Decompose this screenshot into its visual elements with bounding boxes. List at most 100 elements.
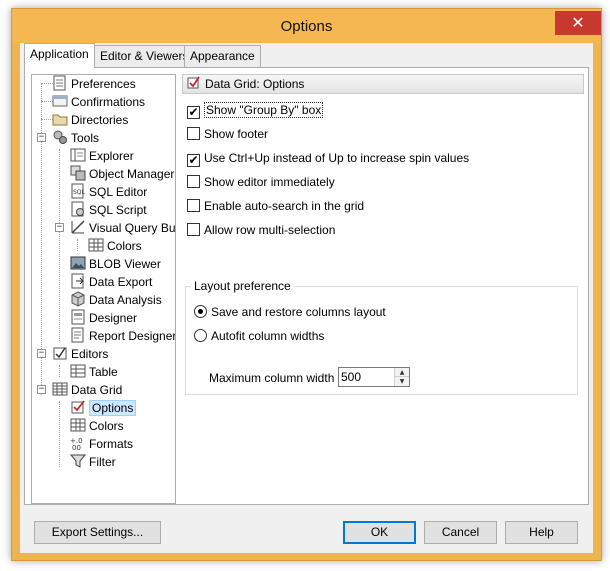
checkbox-box[interactable] bbox=[187, 223, 200, 236]
tree-item-label: Data Analysis bbox=[89, 293, 162, 307]
tree-item-directories[interactable]: Directories bbox=[52, 111, 128, 128]
tree-item-label: Confirmations bbox=[71, 95, 146, 109]
tree-item-grid-colors[interactable]: Colors bbox=[70, 417, 124, 434]
max-column-width-spinner[interactable]: 500 ▲ ▼ bbox=[338, 367, 410, 387]
tree-item-confirmations[interactable]: Confirmations bbox=[52, 93, 145, 110]
tree-item-editors[interactable]: Editors bbox=[52, 345, 108, 362]
tree-item-designer[interactable]: Designer bbox=[70, 309, 137, 326]
auto-search-checkbox[interactable]: Enable auto-search in the grid bbox=[187, 199, 364, 215]
tree-item-data-grid[interactable]: Data Grid bbox=[52, 381, 122, 398]
collapse-data-grid-toggle[interactable]: − bbox=[37, 385, 46, 394]
tree-item-formats[interactable]: +.0 00 Formats bbox=[70, 435, 133, 452]
ctrl-up-spin-checkbox[interactable]: ✔ Use Ctrl+Up instead of Up to increase s… bbox=[187, 151, 469, 167]
tree-item-data-export[interactable]: Data Export bbox=[70, 273, 152, 290]
save-restore-layout-radio[interactable]: Save and restore columns layout bbox=[194, 305, 386, 321]
filter-icon bbox=[69, 453, 87, 469]
tab-label: Editor & Viewers bbox=[100, 49, 189, 63]
tree-item-grid-options[interactable]: Options bbox=[70, 399, 137, 416]
group-title: Layout preference bbox=[191, 279, 294, 293]
data-export-icon bbox=[70, 273, 86, 289]
checkbox-box[interactable]: ✔ bbox=[187, 154, 200, 167]
checkbox-label: Show footer bbox=[204, 127, 269, 141]
close-button[interactable]: ✕ bbox=[555, 11, 601, 35]
tree-item-filter[interactable]: Filter bbox=[69, 453, 116, 470]
tab-label: Application bbox=[30, 47, 89, 61]
tree-item-visual-query-builder[interactable]: Visual Query Builder bbox=[70, 219, 176, 236]
tree-item-label: Designer bbox=[89, 311, 138, 325]
tab-panel: − − − − Preferences Confirmations Direct… bbox=[24, 67, 589, 505]
help-button[interactable]: Help bbox=[505, 521, 578, 544]
confirmations-icon bbox=[52, 93, 68, 109]
tab-editor-viewers[interactable]: Editor & Viewers bbox=[94, 45, 195, 67]
tree-line bbox=[59, 365, 60, 377]
tree-item-label: Tools bbox=[71, 131, 100, 145]
export-settings-button[interactable]: Export Settings... bbox=[34, 521, 161, 544]
tree-item-label: Visual Query Builder bbox=[89, 221, 176, 235]
tree-item-sql-script[interactable]: SQL Script bbox=[70, 201, 147, 218]
svg-text:SQL: SQL bbox=[73, 189, 86, 196]
radio-label: Autofit column widths bbox=[211, 329, 325, 343]
tree-item-table[interactable]: Table bbox=[70, 363, 118, 380]
tree-item-blob-viewer[interactable]: BLOB Viewer bbox=[70, 255, 161, 272]
tree-item-label: Report Designer bbox=[89, 329, 176, 343]
radio-label: Save and restore columns layout bbox=[211, 305, 386, 319]
tree-item-sql-editor[interactable]: SQL SQL Editor bbox=[70, 183, 147, 200]
checkbox-box[interactable]: ✔ bbox=[187, 106, 200, 119]
spin-up-button[interactable]: ▲ bbox=[395, 368, 409, 377]
checkbox-box[interactable] bbox=[187, 199, 200, 212]
dialog-client-area: Application Editor & Viewers Appearance … bbox=[20, 43, 593, 553]
tree-line bbox=[59, 149, 60, 341]
autofit-columns-radio[interactable]: Autofit column widths bbox=[194, 329, 324, 345]
tree-item-label: Colors bbox=[89, 419, 124, 433]
tree-item-label: Editors bbox=[71, 347, 109, 361]
tree-item-label: Options bbox=[89, 400, 137, 416]
show-group-by-checkbox[interactable]: ✔ Show "Group By" box bbox=[187, 102, 324, 119]
options-icon bbox=[187, 76, 201, 90]
tree-item-label: Preferences bbox=[71, 77, 136, 91]
tab-label: Appearance bbox=[190, 49, 255, 63]
tab-application[interactable]: Application bbox=[24, 43, 95, 68]
preferences-icon bbox=[52, 75, 68, 91]
explorer-icon bbox=[70, 147, 86, 163]
tree-item-label: SQL Editor bbox=[89, 185, 148, 199]
tree-item-label: Colors bbox=[107, 239, 142, 253]
radio-dot bbox=[198, 309, 203, 314]
tree-item-tools[interactable]: Tools bbox=[52, 129, 99, 146]
row-multi-selection-checkbox[interactable]: Allow row multi-selection bbox=[187, 223, 335, 239]
tree-item-label: SQL Script bbox=[89, 203, 147, 217]
collapse-tools-toggle[interactable]: − bbox=[37, 133, 46, 142]
title-bar[interactable]: Options ✕ bbox=[12, 9, 601, 43]
tree-line bbox=[59, 401, 60, 467]
data-analysis-icon bbox=[70, 291, 86, 307]
cancel-button[interactable]: Cancel bbox=[424, 521, 497, 544]
collapse-query-builder-toggle[interactable]: − bbox=[55, 223, 64, 232]
tree-item-object-manager[interactable]: Object Manager bbox=[70, 165, 174, 182]
tree-item-label: Data Export bbox=[89, 275, 153, 289]
formats-icon: +.0 00 bbox=[70, 435, 86, 452]
tree-item-report-designer[interactable]: Report Designer bbox=[70, 327, 176, 344]
object-manager-icon bbox=[70, 165, 86, 181]
show-editor-immediately-checkbox[interactable]: Show editor immediately bbox=[187, 175, 335, 191]
ok-button[interactable]: OK bbox=[343, 521, 416, 544]
radio-button[interactable] bbox=[194, 305, 207, 318]
options-icon bbox=[70, 399, 86, 415]
tree-item-explorer[interactable]: Explorer bbox=[70, 147, 134, 164]
spinner-value[interactable]: 500 bbox=[341, 370, 361, 384]
options-tree[interactable]: − − − − Preferences Confirmations Direct… bbox=[31, 74, 176, 504]
tree-item-data-analysis[interactable]: Data Analysis bbox=[70, 291, 162, 308]
tab-appearance[interactable]: Appearance bbox=[184, 45, 261, 67]
checkbox-box[interactable] bbox=[187, 127, 200, 140]
spinner-buttons: ▲ ▼ bbox=[394, 368, 409, 386]
colors-icon bbox=[88, 237, 104, 253]
tools-icon bbox=[52, 129, 68, 145]
checkbox-box[interactable] bbox=[187, 175, 200, 188]
tree-item-preferences[interactable]: Preferences bbox=[52, 75, 136, 92]
radio-button[interactable] bbox=[194, 329, 207, 342]
collapse-editors-toggle[interactable]: − bbox=[37, 349, 46, 358]
query-builder-icon bbox=[70, 219, 86, 235]
show-footer-checkbox[interactable]: Show footer bbox=[187, 127, 268, 143]
tree-item-label: Directories bbox=[71, 113, 129, 127]
designer-icon bbox=[70, 309, 86, 325]
tree-item-query-colors[interactable]: Colors bbox=[88, 237, 142, 254]
spin-down-button[interactable]: ▼ bbox=[395, 377, 409, 386]
